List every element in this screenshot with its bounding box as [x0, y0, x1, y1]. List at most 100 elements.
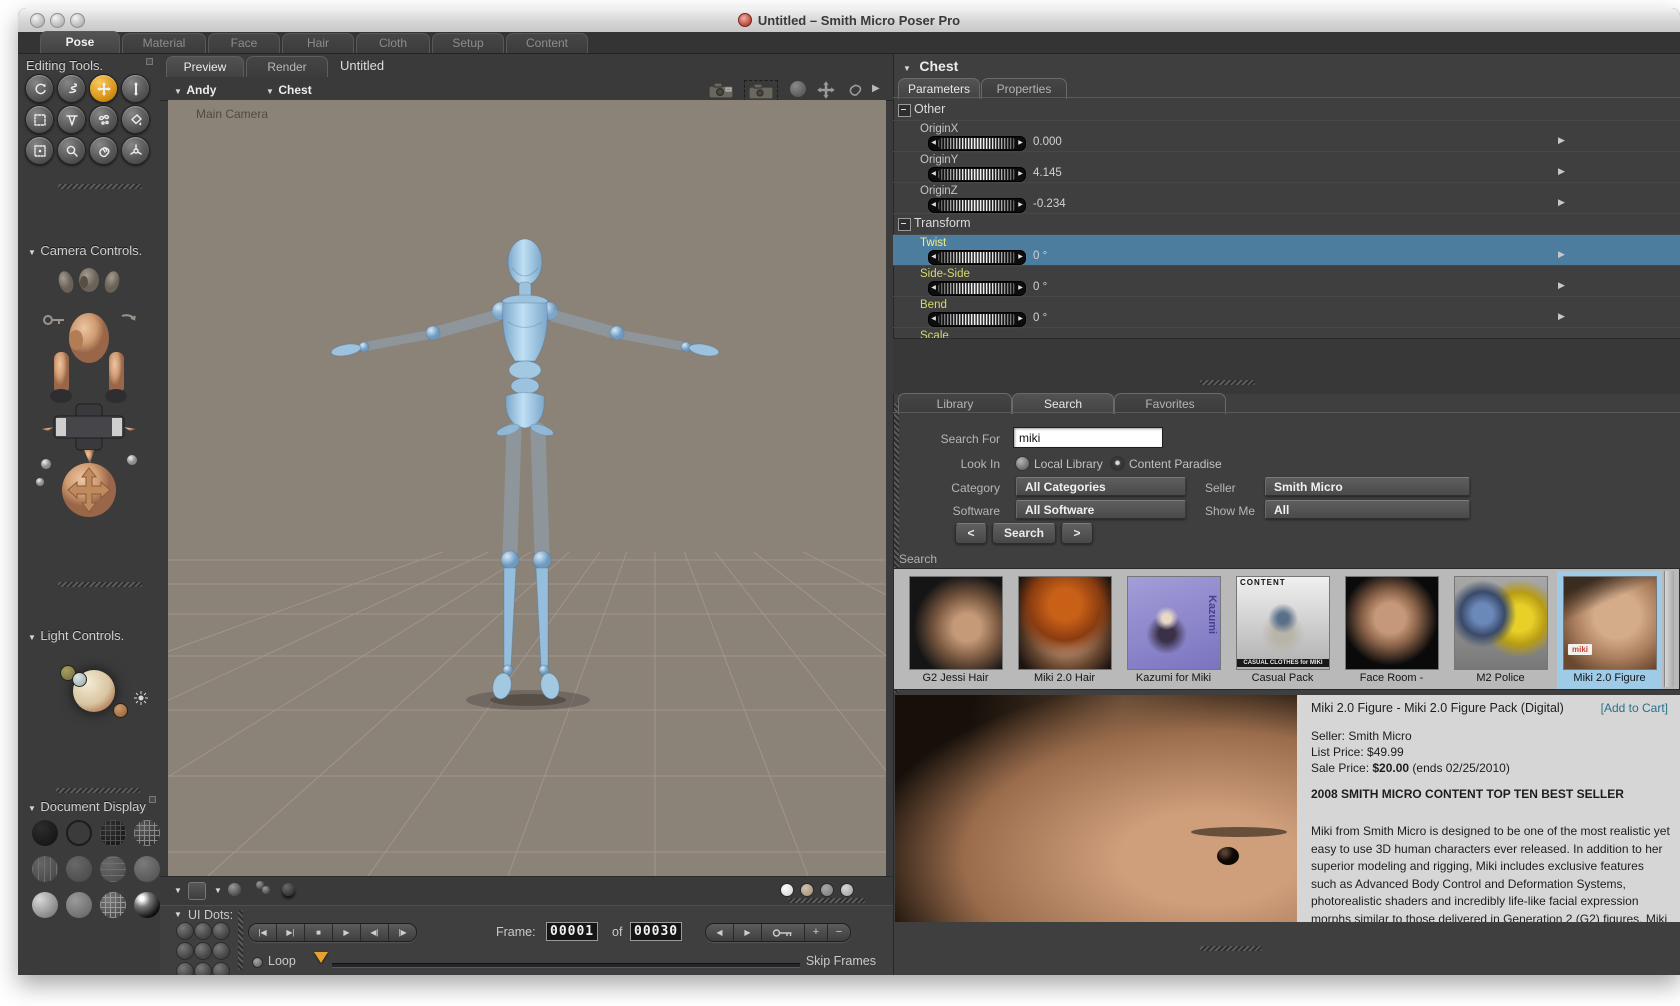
param-menu-arrow[interactable]: ▶ [1558, 135, 1565, 146]
go-to-end-button[interactable]: ▶| [277, 924, 305, 941]
display-style-flat-shaded[interactable] [66, 856, 92, 882]
prev-page-button[interactable]: < [955, 523, 987, 544]
view-orbit-tool-button[interactable] [121, 136, 150, 165]
twist-tool-button[interactable] [57, 74, 86, 103]
collapse-panel-arrow[interactable]: ▶ [872, 83, 880, 94]
next-key-button[interactable]: ▶ [734, 924, 762, 941]
ui-dot[interactable] [194, 922, 212, 940]
group-other[interactable]: Other [893, 100, 1680, 120]
param-menu-arrow[interactable]: ▶ [1558, 311, 1565, 322]
tab-face[interactable]: Face [208, 33, 280, 53]
tab-setup[interactable]: Setup [432, 33, 504, 53]
tab-properties[interactable]: Properties [981, 78, 1067, 99]
sidebar-divider-handle[interactable] [58, 582, 142, 587]
style-sphere-icon[interactable] [228, 883, 241, 896]
ui-dot[interactable] [212, 962, 230, 975]
preview-viewport[interactable]: Main Camera [168, 100, 886, 876]
translate-inout-tool-button[interactable] [121, 74, 150, 103]
tracking-dot-full[interactable] [780, 883, 794, 897]
frame-total-counter[interactable]: 00030 [630, 922, 683, 941]
edit-keyframes-button[interactable] [762, 924, 805, 941]
loop-toggle[interactable] [252, 957, 263, 968]
results-scrollbar[interactable] [1664, 571, 1674, 687]
prev-key-button[interactable]: ◀ [706, 924, 734, 941]
tab-content[interactable]: Content [506, 33, 588, 53]
figure-menu[interactable]: ▼ Andy [174, 81, 216, 99]
color-tool-button[interactable] [121, 105, 150, 134]
camera-controls-header[interactable]: ▼ Camera Controls. [28, 242, 142, 260]
light-dot-gray[interactable] [72, 672, 87, 687]
panel-pin-icon[interactable] [146, 58, 153, 65]
category-dropdown[interactable]: All Categories [1016, 477, 1186, 496]
tab-render[interactable]: Render [246, 56, 328, 77]
param-menu-arrow[interactable]: ▶ [1558, 197, 1565, 208]
multi-sphere-icon-2[interactable] [262, 886, 270, 894]
translate-tool-button[interactable] [89, 74, 118, 103]
display-style-texture-shaded[interactable] [134, 892, 160, 918]
result-thumbnail[interactable]: CONTENT CASUAL CLOTHES for MIKI Casual P… [1230, 571, 1335, 689]
param-menu-arrow[interactable]: ▶ [1558, 280, 1565, 291]
taper-tool-button[interactable] [57, 105, 86, 134]
tab-hair[interactable]: Hair [282, 33, 354, 53]
display-style-cartoon[interactable] [66, 892, 92, 918]
add-key-button[interactable]: + [805, 924, 828, 941]
search-input[interactable] [1013, 427, 1163, 448]
display-style-flat-lined[interactable] [100, 856, 126, 882]
ui-dot[interactable] [176, 962, 194, 975]
result-thumbnail[interactable]: G2 Jessi Hair [903, 571, 1008, 689]
ui-dot[interactable] [194, 942, 212, 960]
scene-canvas[interactable] [168, 100, 886, 876]
display-square-button[interactable] [188, 882, 206, 900]
tracking-dot-off[interactable] [840, 883, 854, 897]
ui-dot[interactable] [194, 962, 212, 975]
result-thumbnail[interactable]: Kazumi Kazumi for Miki [1121, 571, 1226, 689]
search-button[interactable]: Search [992, 523, 1056, 544]
display-style-silhouette[interactable] [32, 820, 58, 846]
twist-dial[interactable]: ◀ ▶ [928, 250, 1026, 265]
tab-material[interactable]: Material [122, 33, 206, 53]
actor-menu[interactable]: ▼ Chest [266, 81, 312, 99]
tab-search[interactable]: Search [1012, 393, 1114, 414]
minimize-button[interactable] [50, 13, 65, 28]
sidebar-divider-handle[interactable] [56, 788, 140, 793]
style-menu-triangle[interactable]: ▼ [214, 886, 222, 895]
hand-widget-icon[interactable] [846, 80, 864, 98]
display-menu-triangle[interactable]: ▼ [174, 886, 182, 895]
timeline-divider-handle[interactable] [788, 898, 865, 903]
side-side-dial[interactable]: ◀ ▶ [928, 281, 1026, 296]
ui-dot[interactable] [212, 942, 230, 960]
tab-library[interactable]: Library [898, 393, 1012, 414]
software-dropdown[interactable]: All Software [1016, 500, 1186, 519]
display-style-lit-wireframe[interactable] [32, 856, 58, 882]
library-divider-handle[interactable] [1200, 380, 1255, 385]
collapse-minus-icon[interactable] [898, 104, 911, 117]
originz-dial[interactable]: ◀ ▶ [928, 198, 1026, 213]
document-display-header[interactable]: ▼ Document Display [28, 798, 146, 816]
tab-parameters[interactable]: Parameters [898, 78, 980, 99]
collapse-minus-icon[interactable] [898, 218, 911, 231]
dark-sphere-icon[interactable] [282, 883, 295, 896]
param-menu-arrow[interactable]: ▶ [1558, 249, 1565, 260]
originy-dial[interactable]: ◀ ▶ [928, 167, 1026, 182]
display-style-smooth-shaded[interactable] [134, 856, 160, 882]
detail-divider-handle[interactable] [1200, 946, 1262, 951]
originx-dial[interactable]: ◀ ▶ [928, 136, 1026, 151]
group-transform[interactable]: Transform [893, 213, 1680, 234]
timeline-track[interactable] [332, 963, 800, 968]
tracking-dot-box[interactable] [800, 883, 814, 897]
go-to-start-button[interactable]: |◀ [249, 924, 277, 941]
delete-key-button[interactable]: − [828, 924, 850, 941]
result-thumbnail[interactable]: M2 Police [1448, 571, 1553, 689]
add-to-cart-link[interactable]: [Add to Cart] [1601, 701, 1668, 715]
display-style-outline[interactable] [66, 820, 92, 846]
ui-dots-triangle[interactable]: ▼ [174, 910, 182, 919]
bend-dial[interactable]: ◀ ▶ [928, 312, 1026, 327]
panel-pin-icon[interactable] [149, 796, 156, 803]
sidebar-divider-handle[interactable] [58, 184, 142, 189]
light-controls-cluster[interactable] [18, 648, 160, 738]
zoom-button[interactable] [70, 13, 85, 28]
light-controls-header[interactable]: ▼ Light Controls. [28, 627, 124, 645]
display-style-smooth-lined[interactable] [32, 892, 58, 918]
result-thumbnail[interactable]: Face Room - [1339, 571, 1444, 689]
ui-dot[interactable] [176, 942, 194, 960]
